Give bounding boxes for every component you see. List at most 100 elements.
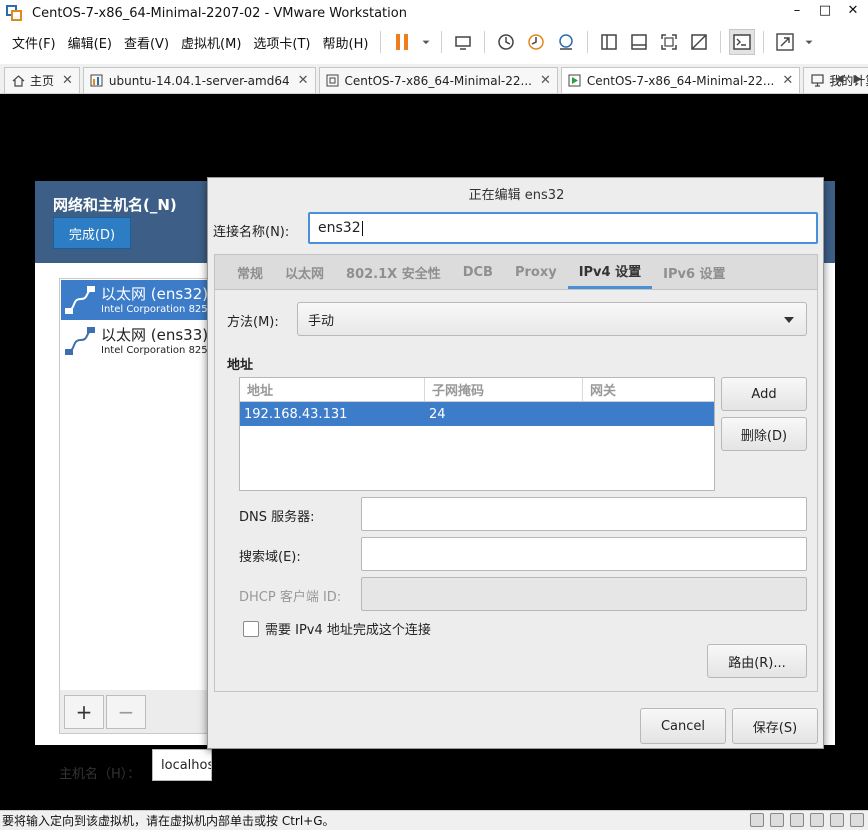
interface-description: Intel Corporation 8254 — [101, 303, 215, 315]
window-title: CentOS-7-x86_64-Minimal-2207-02 - VMware… — [32, 5, 407, 21]
text-cursor — [361, 220, 363, 236]
dialog-title: 正在编辑 ens32 — [468, 188, 565, 203]
delete-address-button[interactable]: 删除(D) — [721, 417, 807, 451]
connection-name-input[interactable]: ens32 — [308, 212, 818, 244]
ethernet-cable-icon — [65, 327, 95, 355]
cell-gateway[interactable] — [583, 402, 714, 426]
device-status-icons — [750, 813, 864, 827]
show-library-button[interactable] — [596, 29, 622, 55]
tab-label: ubuntu-14.04.1-server-amd64 — [108, 73, 290, 88]
console-view-button[interactable] — [729, 29, 756, 55]
snapshot-button[interactable] — [493, 29, 519, 55]
status-message: 要将输入定向到该虚拟机，请在虚拟机内部单击或按 Ctrl+G。 — [2, 814, 335, 828]
power-dropdown-button[interactable] — [419, 29, 433, 55]
add-interface-button[interactable]: + — [64, 695, 104, 729]
connection-name-label: 连接名称(N): — [213, 225, 290, 240]
tab-proxy[interactable]: Proxy — [504, 255, 568, 289]
interface-description: Intel Corporation 8254 — [101, 344, 215, 356]
menu-help[interactable]: 帮助(H) — [317, 33, 375, 52]
tab-label: CentOS-7-x86_64-Minimal-22... — [586, 73, 775, 88]
close-tab-icon[interactable]: ✕ — [62, 73, 73, 88]
menu-view[interactable]: 查看(V) — [118, 33, 175, 52]
snapshot-manager-button[interactable] — [553, 29, 579, 55]
menu-tabs[interactable]: 选项卡(T) — [247, 33, 316, 52]
column-address[interactable]: 地址 — [240, 378, 425, 401]
send-ctrl-alt-del-button[interactable] — [450, 29, 476, 55]
column-gateway[interactable]: 网关 — [583, 378, 714, 401]
settings-tabs: 常规 以太网 802.1X 安全性 DCB Proxy IPv4 设置 IPv6… — [214, 254, 818, 290]
method-value: 手动 — [308, 313, 335, 329]
remove-interface-button[interactable]: − — [106, 695, 146, 729]
dns-servers-input[interactable] — [361, 497, 807, 531]
snapshot-manager-icon — [559, 34, 574, 50]
tab-8021x-security[interactable]: 802.1X 安全性 — [335, 255, 452, 289]
done-button[interactable]: 完成(D) — [53, 217, 131, 249]
stretch-dropdown-button[interactable] — [802, 29, 816, 55]
stretch-button[interactable] — [772, 29, 798, 55]
window-controls: – □ ✕ — [790, 3, 860, 18]
cdrom-icon[interactable] — [770, 813, 784, 827]
tab-ipv4-settings[interactable]: IPv4 设置 — [567, 255, 653, 289]
stretch-icon — [776, 33, 795, 51]
connection-name-value: ens32 — [318, 220, 361, 236]
tab-centos-2[interactable]: CentOS-7-x86_64-Minimal-22... ✕ — [560, 67, 801, 93]
close-tab-icon[interactable]: ✕ — [298, 73, 309, 88]
menu-vm[interactable]: 虚拟机(M) — [175, 33, 247, 52]
pause-button[interactable] — [389, 29, 415, 55]
menu-edit[interactable]: 编辑(E) — [62, 33, 118, 52]
search-domains-input[interactable] — [361, 537, 807, 571]
chevron-down-icon — [422, 40, 430, 45]
tab-ubuntu[interactable]: ubuntu-14.04.1-server-amd64 ✕ — [82, 67, 316, 93]
network-adapter-icon[interactable] — [790, 813, 804, 827]
hard-disk-icon[interactable] — [750, 813, 764, 827]
ipv4-settings-panel: 方法(M): 手动 地址 地址 子网掩码 网关 192.168.43.131 2… — [214, 290, 818, 692]
full-screen-button[interactable] — [656, 29, 682, 55]
vm-running-icon — [568, 74, 582, 87]
ethernet-cable-icon — [65, 286, 95, 314]
sound-icon[interactable] — [830, 813, 844, 827]
cancel-button[interactable]: Cancel — [640, 708, 726, 744]
toolbar-divider — [484, 31, 486, 53]
tab-general[interactable]: 常规 — [215, 255, 274, 289]
close-button[interactable]: ✕ — [846, 3, 860, 18]
tab-centos-1[interactable]: CentOS-7-x86_64-Minimal-22... ✕ — [318, 67, 558, 93]
edit-connection-dialog: 正在编辑 ens32 连接名称(N): ens32 常规 以太网 802.1X … — [207, 177, 824, 749]
tab-scroll-left-icon[interactable]: ◀ — [835, 72, 843, 85]
hostname-label: 主机名（H）： — [59, 767, 141, 782]
tab-scroll-right-icon[interactable]: ▶ — [854, 72, 862, 85]
revert-snapshot-button[interactable] — [523, 29, 549, 55]
minimize-button[interactable]: – — [790, 3, 804, 18]
tab-dcb[interactable]: DCB — [452, 255, 504, 289]
routes-button[interactable]: 路由(R)... — [707, 644, 807, 678]
add-address-button[interactable]: Add — [721, 377, 807, 411]
revert-icon — [528, 34, 545, 50]
tab-ethernet[interactable]: 以太网 — [274, 255, 335, 289]
thumbnail-icon — [631, 34, 648, 50]
thumbnail-bar-button[interactable] — [626, 29, 652, 55]
require-ipv4-checkbox-row[interactable]: 需要 IPv4 地址完成这个连接 — [243, 619, 431, 638]
method-select[interactable]: 手动 — [297, 302, 807, 336]
table-row[interactable]: 192.168.43.131 24 — [240, 402, 714, 426]
tab-ipv6-settings[interactable]: IPv6 设置 — [652, 255, 736, 289]
hostname-input[interactable]: localhos — [152, 749, 212, 781]
dhcp-client-id-label: DHCP 客户端 ID: — [239, 590, 342, 605]
cell-address[interactable]: 192.168.43.131 — [240, 402, 425, 426]
interface-button-bar: + − — [59, 690, 219, 734]
toolbar-divider — [720, 31, 722, 53]
vm-icon — [90, 74, 104, 87]
tab-home[interactable]: 主页 ✕ — [4, 67, 80, 93]
cell-netmask[interactable]: 24 — [425, 402, 583, 426]
interface-name: 以太网 (ens33) — [101, 325, 209, 344]
save-button[interactable]: 保存(S) — [732, 708, 818, 744]
close-tab-icon[interactable]: ✕ — [540, 73, 551, 88]
maximize-button[interactable]: □ — [818, 3, 832, 18]
interface-list: 以太网 (ens32) Intel Corporation 8254 以太网 (… — [59, 278, 261, 696]
menu-file[interactable]: 文件(F) — [6, 33, 62, 52]
send-keys-icon — [455, 36, 472, 50]
require-ipv4-checkbox[interactable] — [243, 620, 259, 637]
usb-icon[interactable] — [810, 813, 824, 827]
close-tab-icon[interactable]: ✕ — [782, 73, 793, 88]
unity-button[interactable] — [686, 29, 712, 55]
display-icon[interactable] — [850, 813, 864, 827]
column-netmask[interactable]: 子网掩码 — [425, 378, 583, 401]
